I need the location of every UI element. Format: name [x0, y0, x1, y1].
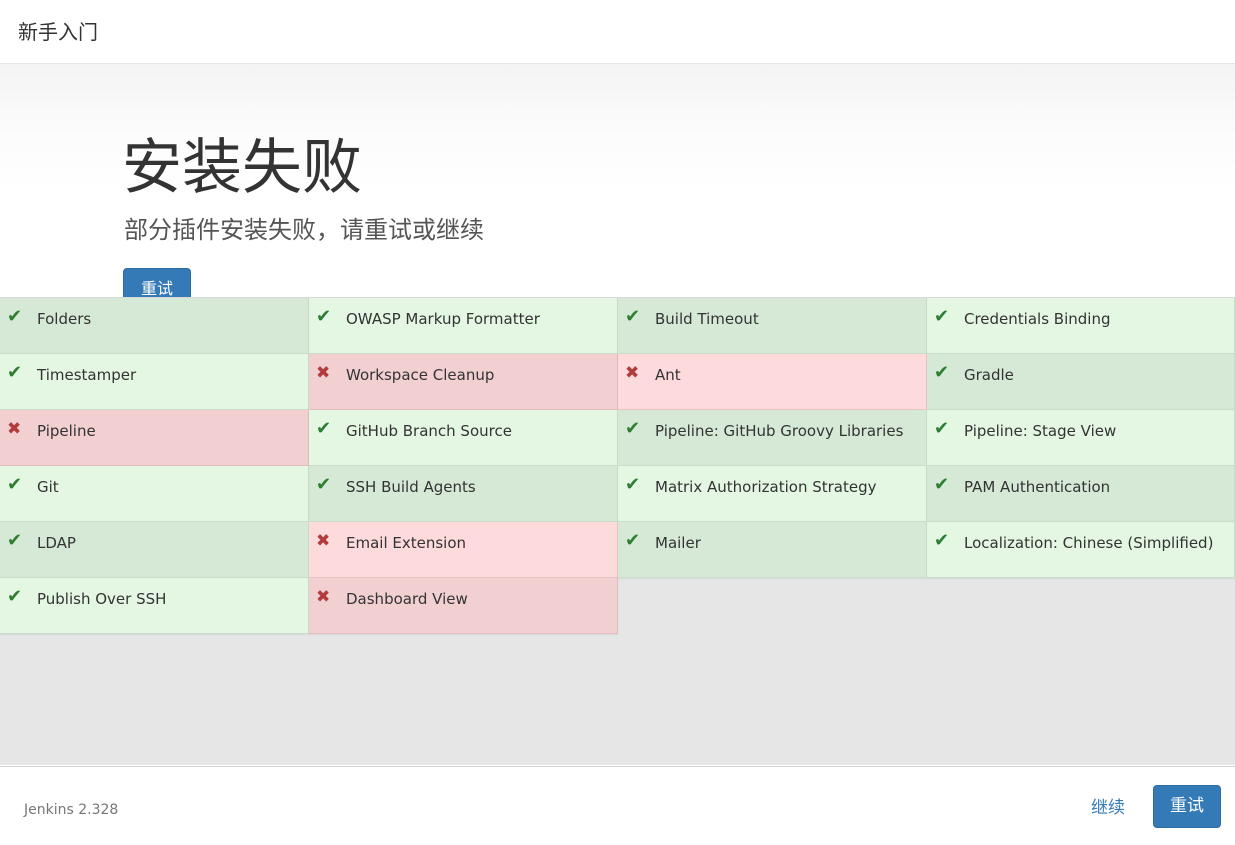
plugin-item: ✔ Matrix Authorization Strategy — [618, 466, 927, 522]
plugin-name: Ant — [655, 366, 681, 384]
plugin-name: Email Extension — [346, 534, 467, 552]
check-icon: ✔ — [7, 474, 23, 495]
plugin-item: ✖ Ant — [618, 354, 927, 410]
plugin-name: Pipeline: GitHub Groovy Libraries — [655, 422, 904, 440]
check-icon: ✔ — [934, 418, 950, 439]
plugin-item: ✔ Pipeline: Stage View — [927, 410, 1235, 466]
plugin-item: ✔ Publish Over SSH — [0, 578, 309, 634]
plugin-name: Credentials Binding — [964, 310, 1111, 328]
jenkins-version: Jenkins 2.328 — [24, 802, 119, 818]
check-icon: ✔ — [934, 306, 950, 327]
check-icon: ✔ — [7, 586, 23, 607]
plugin-name: SSH Build Agents — [346, 478, 476, 496]
plugin-item: ✔ LDAP — [0, 522, 309, 578]
plugin-name: LDAP — [37, 534, 76, 552]
plugin-item: ✔ Pipeline: GitHub Groovy Libraries — [618, 410, 927, 466]
check-icon: ✔ — [625, 418, 641, 439]
plugin-name: Mailer — [655, 534, 701, 552]
retry-button-top[interactable]: 重试 — [123, 268, 191, 298]
plugin-item: ✔ Timestamper — [0, 354, 309, 410]
plugin-item: ✖ Pipeline — [0, 410, 309, 466]
retry-button[interactable]: 重试 — [1153, 785, 1221, 828]
install-result-banner: 安装失败 部分插件安装失败，请重试或继续 重试 — [0, 64, 1235, 298]
plugin-item: ✔ Build Timeout — [618, 298, 927, 354]
plugin-item: ✔ Localization: Chinese (Simplified) — [927, 522, 1235, 578]
plugin-name: Matrix Authorization Strategy — [655, 478, 877, 496]
header-title: 新手入门 — [18, 20, 98, 44]
cross-icon: ✖ — [625, 363, 640, 383]
plugin-name: Timestamper — [37, 366, 137, 384]
plugin-name: Gradle — [964, 366, 1014, 384]
plugin-grid: ✔ Folders ✔ OWASP Markup Formatter ✔ Build Ti… — [0, 298, 1235, 634]
plugin-name: Folders — [37, 310, 92, 328]
check-icon: ✔ — [625, 306, 641, 327]
check-icon: ✔ — [316, 418, 332, 439]
plugin-name: Pipeline: Stage View — [964, 422, 1117, 440]
check-icon: ✔ — [316, 474, 332, 495]
plugin-item: ✔ Mailer — [618, 522, 927, 578]
plugin-item: ✔ Folders — [0, 298, 309, 354]
plugin-name: PAM Authentication — [964, 478, 1111, 496]
cross-icon: ✖ — [316, 587, 331, 607]
check-icon: ✔ — [625, 530, 641, 551]
plugin-name: Pipeline — [37, 422, 96, 440]
plugin-name: OWASP Markup Formatter — [346, 310, 540, 328]
plugin-name: GitHub Branch Source — [346, 422, 512, 440]
page-header: 新手入门 — [0, 0, 1235, 64]
plugin-name: Workspace Cleanup — [346, 366, 495, 384]
plugin-item: ✖ Email Extension — [309, 522, 618, 578]
check-icon: ✔ — [934, 530, 950, 551]
cross-icon: ✖ — [316, 531, 331, 551]
plugin-name: Localization: Chinese (Simplified) — [964, 534, 1214, 552]
check-icon: ✔ — [7, 530, 23, 551]
plugin-name: Build Timeout — [655, 310, 759, 328]
plugin-item: ✔ OWASP Markup Formatter — [309, 298, 618, 354]
plugin-name: Dashboard View — [346, 590, 468, 608]
plugin-item: ✖ Dashboard View — [309, 578, 618, 634]
plugin-item: ✔ SSH Build Agents — [309, 466, 618, 522]
check-icon: ✔ — [7, 306, 23, 327]
plugin-item: ✔ Credentials Binding — [927, 298, 1235, 354]
check-icon: ✔ — [934, 474, 950, 495]
plugin-item: ✔ Gradle — [927, 354, 1235, 410]
page-subtitle: 部分插件安装失败，请重试或继续 — [124, 216, 484, 244]
plugin-item: ✔ PAM Authentication — [927, 466, 1235, 522]
check-icon: ✔ — [934, 362, 950, 383]
plugin-name: Git — [37, 478, 59, 496]
page-footer: Jenkins 2.328 继续 重试 — [0, 766, 1235, 845]
page-title: 安装失败 — [122, 133, 362, 203]
plugin-name: Publish Over SSH — [37, 590, 167, 608]
plugin-item: ✔ Git — [0, 466, 309, 522]
plugin-list-area[interactable]: ✔ Folders ✔ OWASP Markup Formatter ✔ Build Ti… — [0, 297, 1235, 765]
check-icon: ✔ — [7, 362, 23, 383]
plugin-item: ✔ GitHub Branch Source — [309, 410, 618, 466]
plugin-item: ✖ Workspace Cleanup — [309, 354, 618, 410]
check-icon: ✔ — [316, 306, 332, 327]
cross-icon: ✖ — [7, 419, 22, 439]
check-icon: ✔ — [625, 474, 641, 495]
cross-icon: ✖ — [316, 363, 331, 383]
continue-button[interactable]: 继续 — [1091, 797, 1125, 819]
